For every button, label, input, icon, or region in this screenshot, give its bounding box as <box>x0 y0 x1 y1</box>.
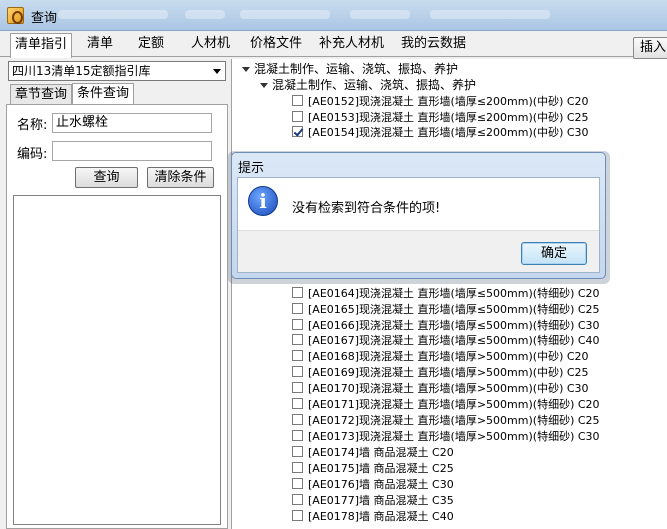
item-checkbox[interactable] <box>292 303 303 314</box>
item-checkbox[interactable] <box>292 350 303 361</box>
item-checkbox[interactable] <box>292 462 303 473</box>
list-item[interactable]: [AE0177]墙 商品混凝土 C35 <box>292 493 454 508</box>
tree-node-root[interactable]: 混凝土制作、运输、浇筑、振捣、养护 <box>242 62 458 77</box>
list-item[interactable]: [AE0173]现浇混凝土 直形墙(墙厚>500mm)(特细砂) C30 <box>292 429 600 444</box>
item-checkbox[interactable] <box>292 414 303 425</box>
window-title: 查询 <box>31 11 58 26</box>
list-item[interactable]: [AE0164]现浇混凝土 直形墙(墙厚≤500mm)(特细砂) C20 <box>292 286 600 301</box>
tab-price-file[interactable]: 价格文件 <box>246 33 306 56</box>
item-checkbox[interactable] <box>292 382 303 393</box>
list-item[interactable]: [AE0178]墙 商品混凝土 C40 <box>292 509 454 524</box>
item-checkbox[interactable] <box>292 430 303 441</box>
main-tabbar: 清单指引 清单 定额 人材机 价格文件 补充人材机 我的云数据 <box>0 31 667 58</box>
insert-button[interactable]: 插入 <box>633 37 667 59</box>
dialog-footer: 确定 <box>238 230 599 272</box>
result-list[interactable] <box>13 195 221 525</box>
list-item[interactable]: [AE0165]现浇混凝土 直形墙(墙厚≤500mm)(特细砂) C25 <box>292 302 600 317</box>
name-label: 名称: <box>17 118 48 133</box>
item-checkbox[interactable] <box>292 478 303 489</box>
item-checkbox[interactable] <box>292 126 303 137</box>
dialog-message: 没有检索到符合条件的项! <box>292 201 441 216</box>
list-item[interactable]: [AE0170]现浇混凝土 直形墙(墙厚>500mm)(中砂) C30 <box>292 381 589 396</box>
item-checkbox[interactable] <box>292 334 303 345</box>
item-checkbox[interactable] <box>292 446 303 457</box>
list-item[interactable]: [AE0168]现浇混凝土 直形墙(墙厚>500mm)(中砂) C20 <box>292 349 589 364</box>
tree-panel[interactable]: 混凝土制作、运输、浇筑、振捣、养护 混凝土制作、运输、浇筑、振捣、养护 [AE0… <box>231 59 667 529</box>
list-item[interactable]: [AE0169]现浇混凝土 直形墙(墙厚>500mm)(中砂) C25 <box>292 365 589 380</box>
library-select[interactable]: 四川13清单15定额指引库 <box>8 61 226 81</box>
list-item[interactable]: [AE0176]墙 商品混凝土 C30 <box>292 477 454 492</box>
ok-button[interactable]: 确定 <box>521 242 587 265</box>
list-item[interactable]: [AE0153]现浇混凝土 直形墙(墙厚≤200mm)(中砂) C25 <box>292 110 589 125</box>
app-icon <box>7 7 24 24</box>
title-bar: 查询 <box>0 0 667 31</box>
item-checkbox[interactable] <box>292 95 303 106</box>
tab-condition-query[interactable]: 条件查询 <box>72 83 135 105</box>
list-item[interactable]: [AE0167]现浇混凝土 直形墙(墙厚≤500mm)(特细砂) C40 <box>292 333 600 348</box>
item-checkbox[interactable] <box>292 398 303 409</box>
search-button[interactable]: 查询 <box>75 167 138 188</box>
list-item[interactable]: [AE0166]现浇混凝土 直形墙(墙厚≤500mm)(特细砂) C30 <box>292 318 600 333</box>
info-dialog: 提示 i 没有检索到符合条件的项! 确定 <box>231 152 606 279</box>
item-checkbox[interactable] <box>292 319 303 330</box>
list-item[interactable]: [AE0174]墙 商品混凝土 C20 <box>292 445 454 460</box>
dialog-title: 提示 <box>238 161 265 176</box>
tree-node-child[interactable]: 混凝土制作、运输、浇筑、振捣、养护 <box>260 78 476 93</box>
info-icon: i <box>248 186 278 216</box>
chevron-down-icon <box>213 69 221 74</box>
blurred-region <box>240 10 330 19</box>
item-checkbox[interactable] <box>292 366 303 377</box>
code-input[interactable] <box>52 141 212 161</box>
blurred-region <box>350 10 410 19</box>
expand-triangle-icon[interactable] <box>260 83 268 88</box>
list-item[interactable]: [AE0172]现浇混凝土 直形墙(墙厚>500mm)(特细砂) C25 <box>292 413 600 428</box>
item-checkbox[interactable] <box>292 510 303 521</box>
item-checkbox[interactable] <box>292 494 303 505</box>
dialog-body: i 没有检索到符合条件的项! 确定 <box>237 177 600 273</box>
expand-triangle-icon[interactable] <box>242 67 250 72</box>
list-item[interactable]: [AE0175]墙 商品混凝土 C25 <box>292 461 454 476</box>
tab-supplement-lmm[interactable]: 补充人材机 <box>315 33 388 56</box>
name-input[interactable]: 止水螺栓 <box>52 113 212 133</box>
tab-chapter-query[interactable]: 章节查询 <box>10 84 73 105</box>
blurred-region <box>185 10 225 19</box>
tab-bill-guide[interactable]: 清单指引 <box>10 33 73 58</box>
list-item[interactable]: [AE0154]现浇混凝土 直形墙(墙厚≤200mm)(中砂) C30 <box>292 125 589 140</box>
list-item[interactable]: [AE0171]现浇混凝土 直形墙(墙厚>500mm)(特细砂) C20 <box>292 397 600 412</box>
list-item[interactable]: [AE0152]现浇混凝土 直形墙(墙厚≤200mm)(中砂) C20 <box>292 94 589 109</box>
blurred-region <box>430 10 550 19</box>
library-select-value: 四川13清单15定额指引库 <box>12 64 151 78</box>
tab-bill[interactable]: 清单 <box>83 33 117 56</box>
item-checkbox[interactable] <box>292 111 303 122</box>
blurred-region <box>58 10 168 19</box>
tab-labor-material-machine[interactable]: 人材机 <box>187 33 234 56</box>
left-panel: 四川13清单15定额指引库 章节查询 条件查询 名称: 止水螺栓 编码: 查询 … <box>6 59 228 529</box>
tab-my-cloud-data[interactable]: 我的云数据 <box>397 33 470 56</box>
condition-query-panel: 名称: 止水螺栓 编码: 查询 清除条件 <box>6 104 228 529</box>
tab-quota[interactable]: 定额 <box>134 33 168 56</box>
clear-conditions-button[interactable]: 清除条件 <box>147 167 214 188</box>
code-label: 编码: <box>17 147 48 162</box>
item-checkbox[interactable] <box>292 287 303 298</box>
